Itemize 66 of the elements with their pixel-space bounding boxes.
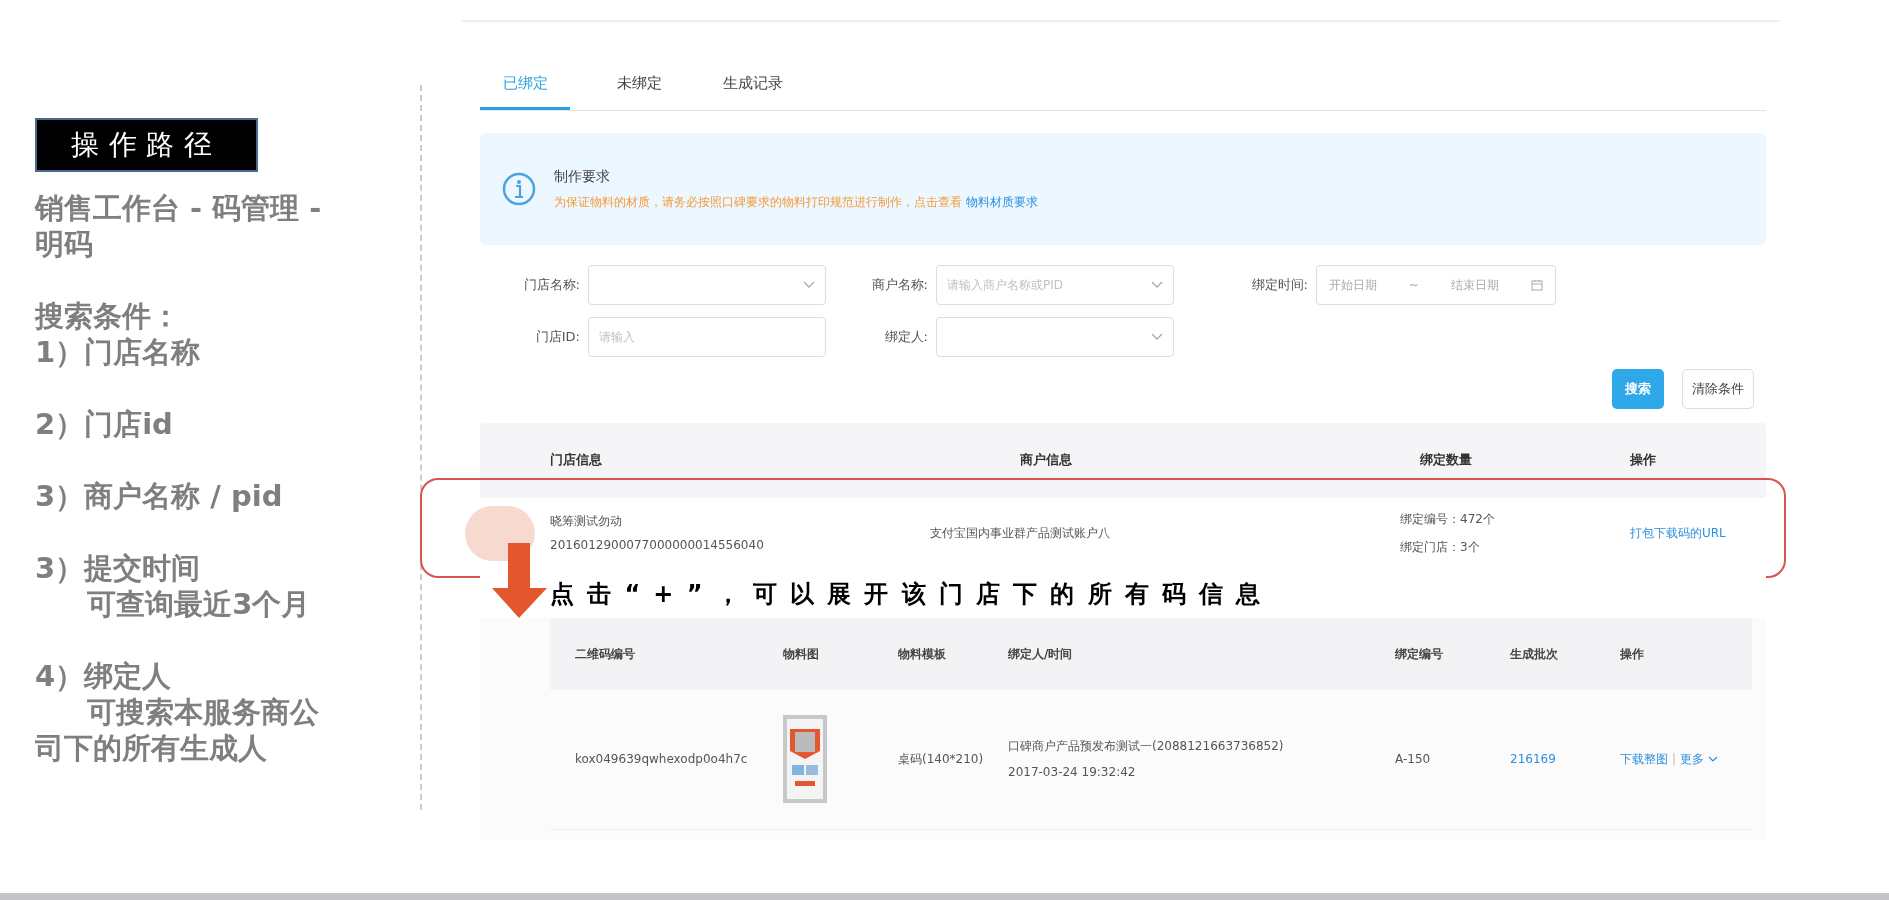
tab[interactable]: 生成记录: [708, 72, 798, 110]
condition-text: 1）门店名称: [35, 334, 202, 370]
column-header: 操作: [1620, 645, 1645, 663]
column-header: 生成批次: [1510, 645, 1559, 663]
select-field[interactable]: 请输入商户名称或PID: [936, 264, 1174, 305]
link-separator: |: [1672, 751, 1677, 768]
chevron-down-icon: [1151, 332, 1163, 341]
end-date-text: 结束日期: [1451, 276, 1499, 294]
field-label: 门店ID:: [534, 327, 580, 346]
calendar-icon: [1530, 278, 1543, 291]
tab[interactable]: 已绑定: [480, 72, 570, 110]
chevron-down-icon: [1708, 755, 1719, 763]
date-range-field[interactable]: 开始日期 ~ 结束日期: [1316, 264, 1556, 305]
path-text: 销售工作台 - 码管理 - 明码: [35, 190, 323, 262]
column-header: 商户信息: [1020, 451, 1073, 470]
arrow-down-icon: [492, 542, 547, 618]
field-label: 商户名称:: [870, 275, 928, 294]
condition-text: 2）门店id: [35, 406, 174, 442]
chevron-down-icon: [1151, 280, 1163, 289]
start-date-text: 开始日期: [1329, 276, 1377, 294]
condition-text: 3）商户名称 / pid: [35, 478, 284, 514]
notice-text: 为保证物料的材质，请务必按照口碑要求的物料打印规范进行制作，点击查看 物料材质要求: [554, 194, 1038, 211]
info-icon: [502, 171, 536, 206]
column-header: 操作: [1630, 451, 1657, 470]
binder-text: 口碑商户产品预发布测试一(2088121663736852): [1008, 738, 1285, 755]
select-field[interactable]: [936, 316, 1174, 357]
annotation-text: 点击“+”，可以展开该门店下的所有码信息: [480, 567, 1766, 618]
section-badge: 操作路径: [35, 118, 258, 172]
column-header: 门店信息: [550, 451, 603, 470]
more-link[interactable]: 更多: [1680, 750, 1705, 768]
code-text: kox049639qwhexodp0o4h7c: [575, 751, 749, 768]
notice-title: 制作要求: [554, 167, 611, 186]
time-text: 2017-03-24 19:32:42: [1008, 764, 1137, 781]
store-id: 2016012900077000000014556040: [550, 536, 765, 554]
tab[interactable]: 未绑定: [594, 72, 684, 110]
condition-text: 4）绑定人: [35, 658, 173, 694]
count-text: 绑定门店：3个: [1400, 538, 1481, 556]
notice-link[interactable]: 物料材质要求: [965, 195, 1038, 209]
store-name: 晓筹测试勿动: [550, 512, 623, 530]
range-separator: ~: [1408, 276, 1420, 294]
condition-note: 可查询最近3个月: [86, 586, 312, 622]
column-header: 绑定数量: [1420, 451, 1473, 470]
chevron-down-icon: [803, 280, 815, 289]
input-field[interactable]: 请输入: [588, 316, 826, 357]
select-field[interactable]: [588, 264, 826, 305]
placeholder-text: 请输入商户名称或PID: [947, 276, 1063, 294]
template-text: 桌码(140*210): [898, 751, 985, 768]
merchant-name: 支付宝国内事业群产品测试账户八: [929, 524, 1111, 542]
field-label: 门店名称:: [522, 275, 580, 294]
condition-text: 3）提交时间: [35, 550, 202, 586]
field-label: 绑定时间:: [1250, 275, 1308, 294]
field-label: 绑定人:: [883, 327, 928, 346]
search-button[interactable]: 搜索: [1612, 368, 1664, 409]
number-text: A-150: [1395, 751, 1432, 768]
download-image-link[interactable]: 下载整图: [1620, 750, 1668, 768]
placeholder-text: 请输入: [599, 328, 635, 346]
count-text: 绑定编号：472个: [1400, 510, 1496, 528]
conditions-title: 搜索条件：: [35, 298, 181, 334]
column-header: 绑定编号: [1395, 645, 1444, 663]
batch-link[interactable]: 216169: [1510, 750, 1620, 768]
column-header: 物料图: [783, 645, 820, 663]
condition-note: 可搜索本服务商公司下的所有生成人: [35, 694, 321, 766]
clear-button[interactable]: 清除条件: [1682, 368, 1754, 409]
column-header: 物料模板: [898, 645, 947, 663]
column-header: 绑定人/时间: [1008, 645, 1074, 663]
column-header: 二维码编号: [575, 645, 636, 663]
